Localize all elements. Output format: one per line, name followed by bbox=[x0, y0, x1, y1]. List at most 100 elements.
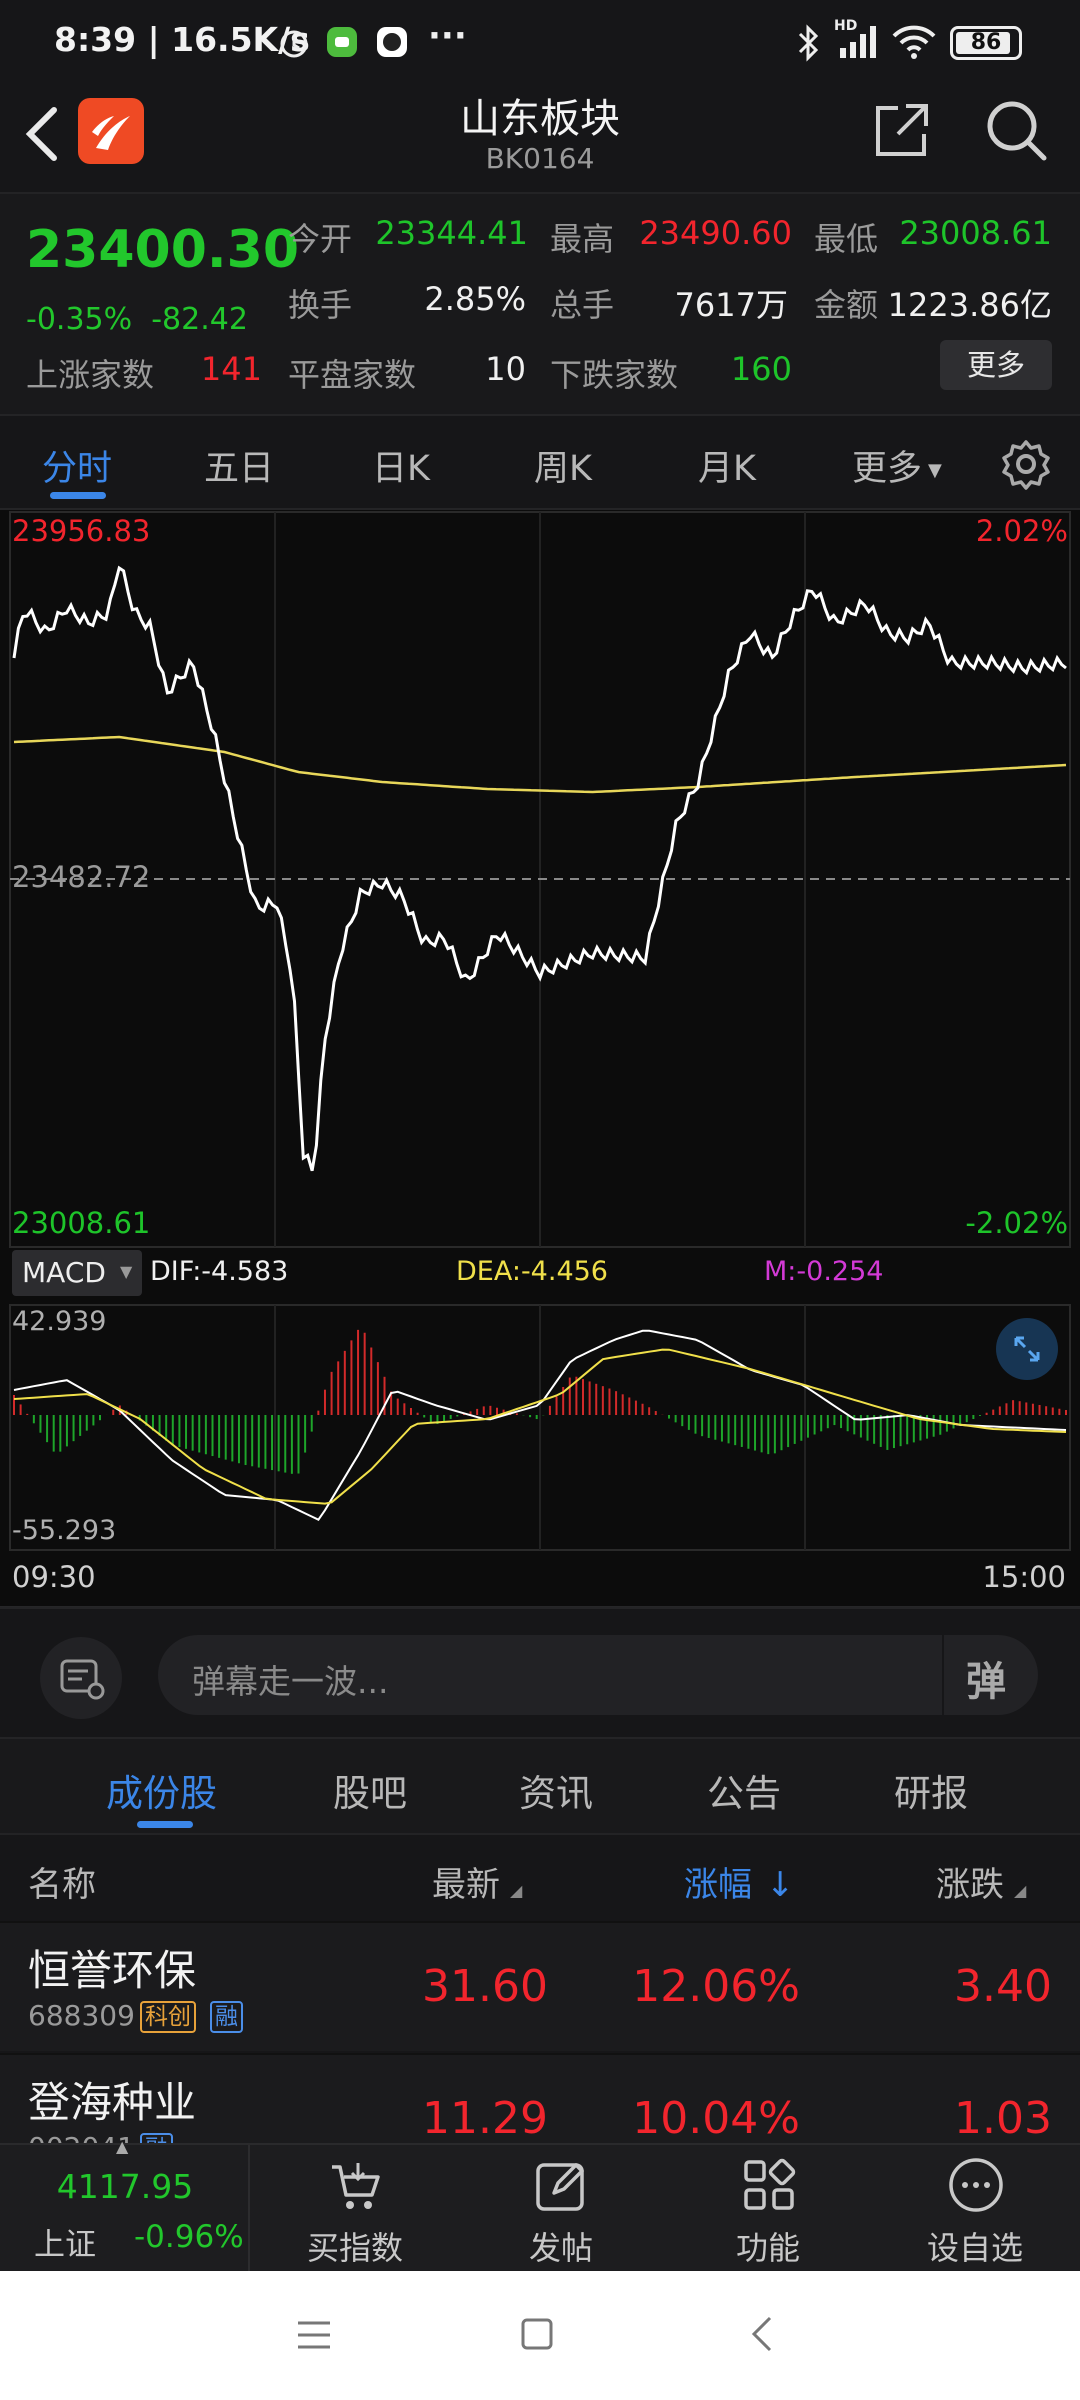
macd-dif: DIF:-4.583 bbox=[150, 1256, 289, 1287]
tab-news[interactable]: 资讯 bbox=[519, 1763, 593, 1817]
tab-five-day[interactable]: 五日 bbox=[204, 440, 274, 491]
nav-buy-index[interactable]: 买指数 bbox=[280, 2145, 430, 2273]
intraday-chart[interactable]: 23956.83 2.02% 23482.72 23008.61 -2.02% … bbox=[0, 510, 1080, 1607]
tab-intraday[interactable]: 分时 bbox=[42, 440, 112, 491]
sort-icon: ◢ bbox=[510, 1881, 523, 1900]
table-header: 名称 最新 ◢ 涨幅 ↓ 涨跌 ◢ bbox=[0, 1833, 1080, 1921]
stock-pct: 10.04% bbox=[632, 2093, 800, 2144]
tag-star-market: 科创 bbox=[140, 2001, 196, 2033]
app-notify-icon-2 bbox=[377, 27, 407, 57]
fall-count: 160 bbox=[730, 350, 792, 388]
status-more-icon: ··· bbox=[428, 16, 467, 56]
danmaku-placeholder: 弹幕走一波... bbox=[192, 1662, 389, 1701]
back-nav-icon[interactable] bbox=[750, 2315, 774, 2353]
index-name: 上证 bbox=[34, 2227, 96, 2263]
home-icon[interactable] bbox=[520, 2317, 554, 2351]
tab-research[interactable]: 研报 bbox=[894, 1763, 968, 1817]
status-time: 8:39 | 16.5K/s bbox=[54, 20, 310, 59]
macd-dea: DEA:-4.456 bbox=[456, 1256, 608, 1287]
page-header: 山东板块 BK0164 bbox=[0, 86, 1080, 192]
nav-post[interactable]: 发帖 bbox=[486, 2145, 636, 2273]
battery-icon: 86 bbox=[950, 26, 1022, 60]
stock-name: 登海种业 bbox=[28, 2078, 197, 2127]
alarm-icon bbox=[280, 30, 308, 58]
chart-tabs: 分时 五日 日K 周K 月K 更多 ▼ bbox=[0, 414, 1080, 510]
open-value: 23344.41 bbox=[375, 214, 528, 252]
more-stats-button[interactable]: 更多 bbox=[940, 340, 1052, 390]
stock-name: 恒誉环保 bbox=[28, 1946, 197, 1995]
macd-axis-top: 42.939 bbox=[12, 1306, 107, 1337]
menu-icon[interactable] bbox=[296, 2319, 332, 2351]
tab-weekly-k[interactable]: 周K bbox=[534, 440, 592, 491]
caret-down-icon: ▼ bbox=[928, 459, 942, 481]
price-axis-ref: 23482.72 bbox=[12, 860, 151, 894]
pct-axis-top: 2.02% bbox=[975, 514, 1068, 548]
apps-grid-icon bbox=[744, 2158, 796, 2210]
battery-level: 86 bbox=[970, 30, 1002, 55]
table-row[interactable]: 恒誉环保 688309 科创 融 31.60 12.06% 3.40 bbox=[0, 1921, 1080, 2051]
tab-announcements[interactable]: 公告 bbox=[707, 1763, 781, 1817]
col-latest[interactable]: 最新 ◢ bbox=[432, 1857, 522, 1906]
tab-daily-k[interactable]: 日K bbox=[372, 440, 430, 491]
turnover-label: 换手 bbox=[288, 286, 353, 324]
col-change[interactable]: 涨跌 ◢ bbox=[936, 1857, 1026, 1906]
danmaku-toggle-button[interactable]: 弹 bbox=[942, 1635, 1038, 1715]
col-pct[interactable]: 涨幅 ↓ bbox=[684, 1857, 795, 1906]
expand-icon bbox=[1014, 1336, 1040, 1362]
danmaku-list-button[interactable] bbox=[40, 1637, 122, 1719]
status-bar: 8:39 | 16.5K/s ··· HD 86 bbox=[0, 0, 1080, 86]
share-icon[interactable] bbox=[872, 100, 932, 160]
caret-down-icon: ▼ bbox=[120, 1262, 133, 1281]
app-logo[interactable] bbox=[78, 98, 144, 164]
time-axis-end: 15:00 bbox=[982, 1560, 1066, 1594]
tab-active-indicator bbox=[50, 492, 106, 499]
macd-label: MACD bbox=[22, 1256, 106, 1289]
current-price: 23400.30 bbox=[26, 220, 300, 280]
pct-axis-bottom: -2.02% bbox=[965, 1206, 1068, 1240]
fall-count-label: 下跌家数 bbox=[550, 356, 679, 394]
danmaku-input[interactable]: 弹幕走一波... 弹 bbox=[158, 1635, 1038, 1715]
sort-icon: ◢ bbox=[1014, 1881, 1027, 1900]
nav-add-watchlist[interactable]: 设自选 bbox=[900, 2145, 1050, 2273]
danmaku-bar: 弹幕走一波... 弹 bbox=[0, 1607, 1080, 1737]
rise-count: 141 bbox=[200, 350, 262, 388]
nav-functions[interactable]: 功能 bbox=[693, 2145, 843, 2273]
bluetooth-icon bbox=[798, 24, 819, 62]
tab-constituents[interactable]: 成份股 bbox=[106, 1763, 217, 1817]
danmaku-toggle-icon: 弹 bbox=[966, 1659, 1006, 1705]
chart-canvas bbox=[0, 511, 1080, 1607]
sort-desc-icon: ↓ bbox=[766, 1865, 795, 1905]
quote-panel: 23400.30 -0.35% -82.42 上涨家数 141 今开 23344… bbox=[0, 192, 1080, 414]
tab-more[interactable]: 更多 ▼ bbox=[852, 440, 942, 491]
rise-count-label: 上涨家数 bbox=[26, 356, 155, 394]
stock-code: 688309 bbox=[28, 1999, 135, 2032]
stock-latest: 31.60 bbox=[422, 1961, 548, 2012]
volume-value: 7617万 bbox=[674, 286, 788, 324]
macd-m: M:-0.254 bbox=[764, 1256, 884, 1287]
search-icon[interactable] bbox=[984, 98, 1048, 162]
tab-forum[interactable]: 股吧 bbox=[333, 1763, 407, 1817]
nav-label: 发帖 bbox=[528, 2229, 593, 2267]
stock-change: 3.40 bbox=[954, 1961, 1052, 2012]
flat-count: 10 bbox=[485, 350, 526, 388]
tab-monthly-k[interactable]: 月K bbox=[698, 440, 756, 491]
macd-selector[interactable]: MACD ▼ bbox=[12, 1250, 142, 1296]
open-label: 今开 bbox=[288, 220, 353, 258]
amount-value: 1223.86亿 bbox=[887, 286, 1052, 324]
macd-axis-bottom: -55.293 bbox=[12, 1515, 117, 1546]
price-axis-top: 23956.83 bbox=[12, 514, 151, 548]
price-change: -0.35% -82.42 bbox=[26, 302, 248, 337]
expand-chart-button[interactable] bbox=[996, 1318, 1058, 1380]
flat-count-label: 平盘家数 bbox=[288, 356, 417, 394]
settings-icon[interactable] bbox=[1000, 438, 1052, 490]
back-icon[interactable] bbox=[22, 104, 62, 164]
logo-mark-icon bbox=[92, 116, 130, 150]
system-nav-bar bbox=[0, 2271, 1080, 2400]
stock-pct: 12.06% bbox=[632, 1961, 800, 2012]
col-name: 名称 bbox=[28, 1865, 96, 1905]
price-axis-bottom: 23008.61 bbox=[12, 1206, 151, 1240]
signal-icon bbox=[840, 26, 876, 58]
index-ticker[interactable]: ▲ 4117.95 上证 -0.96% bbox=[0, 2137, 250, 2273]
index-value: 4117.95 bbox=[56, 2167, 194, 2206]
stock-change: 1.03 bbox=[954, 2093, 1052, 2144]
